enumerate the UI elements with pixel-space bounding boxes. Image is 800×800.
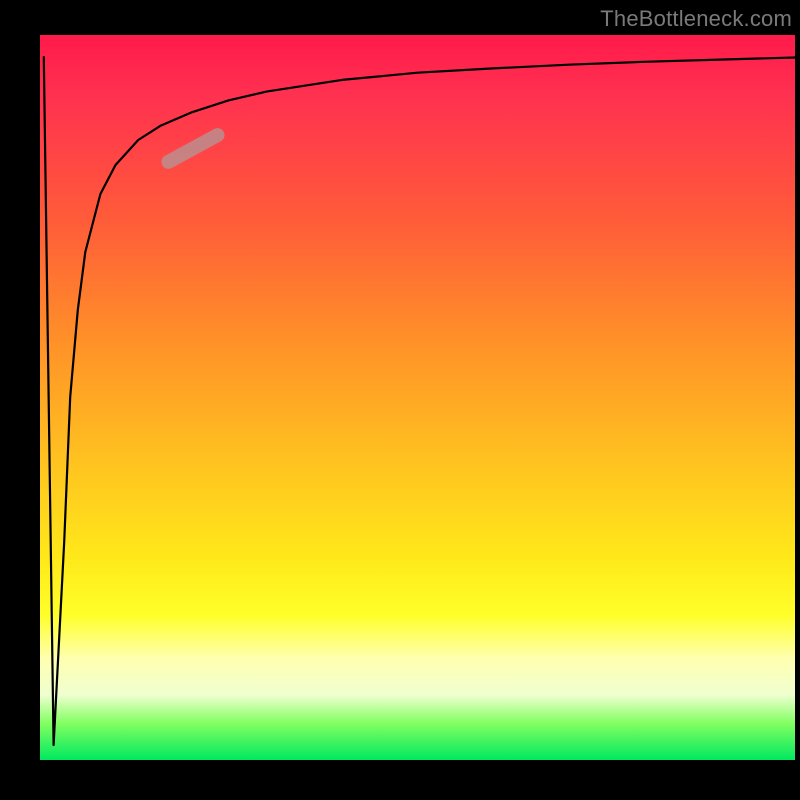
watermark-text: TheBottleneck.com	[600, 6, 792, 32]
chart-plot-area	[40, 35, 795, 760]
